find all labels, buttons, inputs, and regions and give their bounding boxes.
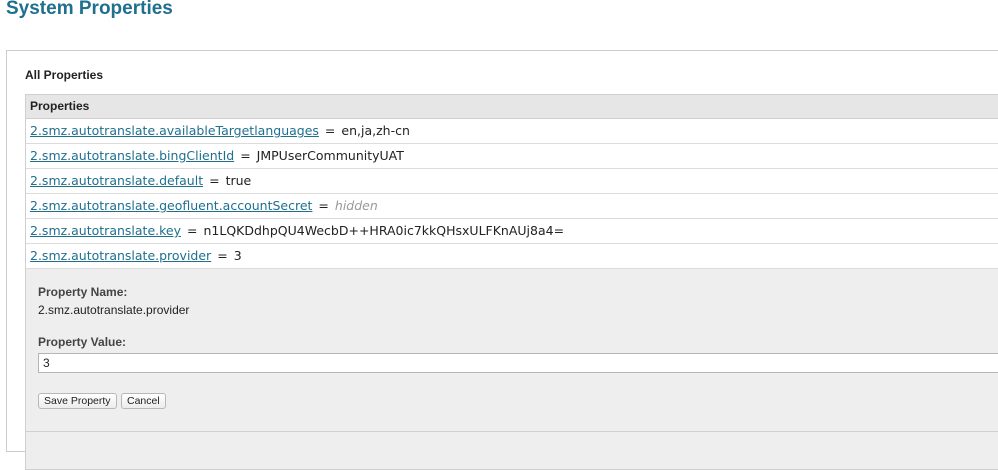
property-name-link[interactable]: 2.smz.autotranslate.geofluent.accountSec… (30, 198, 312, 213)
section-title: All Properties (25, 68, 104, 82)
equals-sign: = (324, 123, 336, 138)
equals-sign: = (209, 173, 220, 188)
property-row: 2.smz.autotranslate.default = true (26, 169, 998, 194)
equals-sign: = (187, 223, 198, 238)
equals-sign: = (240, 148, 251, 163)
properties-panel: All Properties Properties 2.smz.autotran… (6, 50, 998, 470)
properties-table: Properties 2.smz.autotranslate.available… (25, 94, 998, 470)
property-row: 2.smz.autotranslate.availableTargetlangu… (26, 119, 998, 144)
equals-sign: = (217, 248, 228, 263)
property-value: JMPUserCommunityUAT (256, 148, 404, 163)
property-name-link[interactable]: 2.smz.autotranslate.bingClientId (30, 148, 234, 163)
page-title: System Properties (6, 0, 173, 19)
property-value-label: Property Value: (38, 335, 127, 349)
property-name-label: Property Name: (38, 285, 128, 299)
property-name-link[interactable]: 2.smz.autotranslate.availableTargetlangu… (30, 123, 319, 138)
property-value: true (225, 173, 252, 188)
property-value-hidden: hidden (334, 198, 378, 213)
property-row-selected: 2.smz.autotranslate.provider = 3 (26, 244, 998, 269)
property-name-link[interactable]: 2.smz.autotranslate.default (30, 173, 203, 188)
property-name-link[interactable]: 2.smz.autotranslate.provider (30, 248, 211, 263)
property-value-input[interactable] (38, 353, 998, 373)
property-value: en,ja,zh-cn (341, 123, 410, 138)
property-row: 2.smz.autotranslate.geofluent.accountSec… (26, 194, 998, 219)
property-value: n1LQKDdhpQU4WecbD++HRA0ic7kkQHsxULFKnAUj… (203, 223, 565, 238)
property-name-value: 2.smz.autotranslate.provider (38, 303, 190, 317)
equals-sign: = (318, 198, 329, 213)
cancel-button[interactable]: Cancel (121, 393, 166, 409)
property-row: 2.smz.autotranslate.key = n1LQKDdhpQU4Wecb… (26, 219, 998, 244)
table-header: Properties (26, 95, 998, 119)
save-property-button[interactable]: Save Property (38, 393, 117, 409)
property-row: 2.smz.autotranslate.bingClientId = JMPUser… (26, 144, 998, 169)
property-name-link[interactable]: 2.smz.autotranslate.key (30, 223, 181, 238)
property-value: 3 (233, 248, 242, 263)
divider (26, 431, 998, 432)
property-editor: Property Name: 2.smz.autotranslate.provi… (26, 269, 998, 469)
